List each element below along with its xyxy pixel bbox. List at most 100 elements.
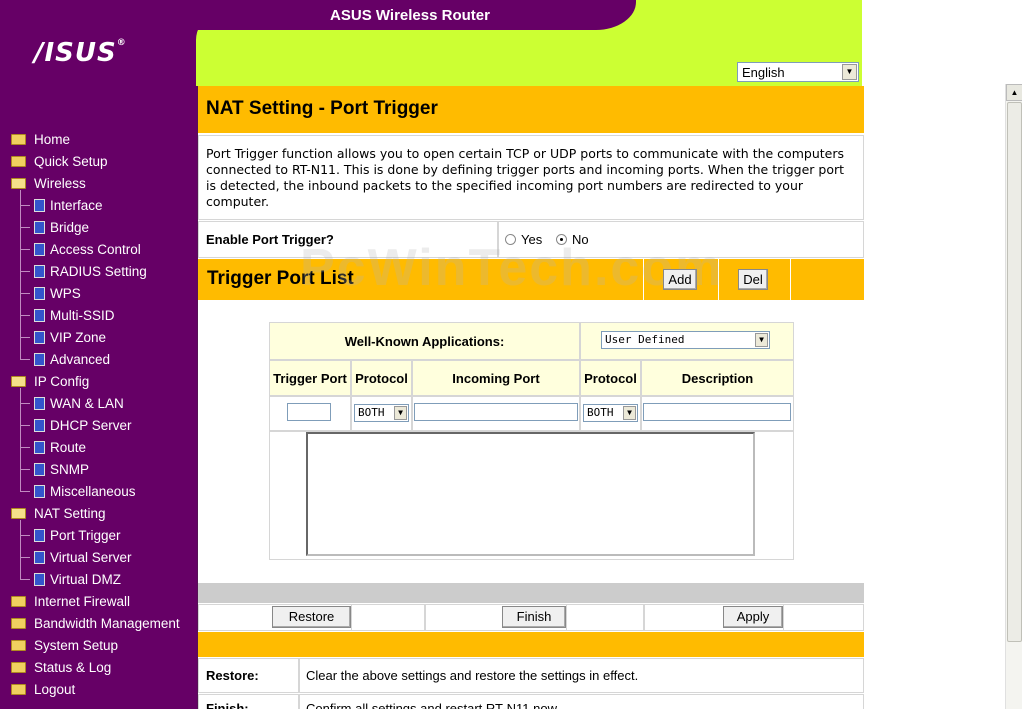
scroll-thumb[interactable]: [1007, 102, 1022, 642]
page-icon: [34, 396, 45, 410]
header-description: Description: [641, 360, 794, 396]
restore-desc-value: Clear the above settings and restore the…: [306, 668, 639, 683]
folder-open-icon: [11, 177, 26, 189]
sidebar-item-home[interactable]: Home: [11, 130, 70, 148]
router-admin-page: ASUS Wireless Router /ISUS® English ▼ Ho…: [0, 0, 1022, 709]
finish-button[interactable]: Finish: [502, 606, 566, 628]
sidebar-item-access-control[interactable]: Access Control: [34, 240, 141, 258]
sidebar-item-label: System Setup: [34, 637, 119, 653]
sidebar-item-wireless[interactable]: Wireless: [11, 174, 86, 192]
cell-divider: [351, 604, 352, 631]
language-select[interactable]: English ▼: [737, 62, 859, 82]
help-bar: [198, 632, 864, 657]
intro-text: Port Trigger function allows you to open…: [206, 146, 845, 209]
sidebar-item-advanced[interactable]: Advanced: [34, 350, 110, 368]
sidebar-item-label: Bandwidth Management: [34, 615, 180, 631]
sidebar-item-status-log[interactable]: Status & Log: [11, 658, 111, 676]
sidebar-item-label: Port Trigger: [50, 527, 121, 543]
sidebar-item-dhcp-server[interactable]: DHCP Server: [34, 416, 132, 434]
sidebar-item-logout[interactable]: Logout: [11, 680, 75, 698]
sidebar-item-internet-firewall[interactable]: Internet Firewall: [11, 592, 130, 610]
folder-icon: [11, 639, 26, 651]
restore-button[interactable]: Restore: [272, 606, 351, 628]
sidebar-item-virtual-dmz[interactable]: Virtual DMZ: [34, 570, 121, 588]
page-icon: [34, 330, 45, 344]
sidebar-item-bridge[interactable]: Bridge: [34, 218, 89, 236]
cell-divider: [566, 604, 567, 631]
sidebar-item-radius-setting[interactable]: RADIUS Setting: [34, 262, 147, 280]
sidebar-item-bandwidth-management[interactable]: Bandwidth Management: [11, 614, 180, 632]
restore-desc-key: Restore:: [206, 668, 259, 683]
tree-line: [20, 520, 21, 579]
page-icon: [34, 440, 45, 454]
enable-no-option[interactable]: No: [556, 232, 589, 247]
tree-connector: [20, 315, 30, 316]
sidebar-item-label: Access Control: [50, 241, 141, 257]
folder-icon: [11, 133, 26, 145]
chevron-down-icon: ▼: [623, 406, 636, 420]
well-known-select[interactable]: User Defined ▼: [601, 331, 770, 349]
sidebar-item-label: Virtual Server: [50, 549, 132, 565]
page-icon: [34, 418, 45, 432]
tree-connector: [20, 469, 30, 470]
no-radio[interactable]: [556, 234, 567, 245]
sidebar-item-quick-setup[interactable]: Quick Setup: [11, 152, 108, 170]
sidebar-item-nat-setting[interactable]: NAT Setting: [11, 504, 106, 522]
folder-open-icon: [11, 375, 26, 387]
sidebar-item-route[interactable]: Route: [34, 438, 86, 456]
trigger-list-box[interactable]: [306, 432, 755, 556]
page-icon: [34, 264, 45, 278]
sidebar-item-port-trigger[interactable]: Port Trigger: [34, 526, 121, 544]
page-icon: [34, 484, 45, 498]
sidebar-item-miscellaneous[interactable]: Miscellaneous: [34, 482, 136, 500]
sidebar-item-label: Status & Log: [34, 659, 112, 675]
sidebar-item-virtual-server[interactable]: Virtual Server: [34, 548, 132, 566]
cell-divider: [783, 604, 784, 631]
well-known-value: User Defined: [605, 333, 685, 346]
sidebar-item-ip-config[interactable]: IP Config: [11, 372, 89, 390]
asus-logo: /ISUS®: [34, 38, 127, 68]
tree-connector: [20, 425, 30, 426]
protocol-value-1: BOTH: [358, 406, 385, 419]
tree-connector: [20, 359, 30, 360]
finish-desc-key: Finish:: [206, 701, 249, 709]
sidebar-item-label: Wireless: [34, 175, 86, 191]
sidebar-item-label: IP Config: [34, 373, 90, 389]
sidebar-item-interface[interactable]: Interface: [34, 196, 103, 214]
apply-button[interactable]: Apply: [723, 606, 783, 628]
add-button[interactable]: Add: [663, 269, 697, 290]
chevron-down-icon: ▼: [394, 406, 407, 420]
protocol-select-2[interactable]: BOTH ▼: [583, 404, 638, 422]
del-button[interactable]: Del: [738, 269, 768, 290]
tree-connector: [20, 227, 30, 228]
page-icon: [34, 308, 45, 322]
yes-radio[interactable]: [505, 234, 516, 245]
bar-divider: [790, 259, 791, 300]
sidebar-item-system-setup[interactable]: System Setup: [11, 636, 118, 654]
tree-connector: [20, 249, 30, 250]
sidebar-item-wps[interactable]: WPS: [34, 284, 81, 302]
tree-connector: [20, 205, 30, 206]
incoming-port-input[interactable]: [414, 403, 578, 421]
protocol-select-1[interactable]: BOTH ▼: [354, 404, 409, 422]
description-input[interactable]: [643, 403, 791, 421]
folder-icon: [11, 617, 26, 629]
sidebar-item-label: Advanced: [50, 351, 111, 367]
sidebar-item-label: Quick Setup: [34, 153, 108, 169]
sidebar-item-vip-zone[interactable]: VIP Zone: [34, 328, 106, 346]
page-icon: [34, 242, 45, 256]
protocol-value-2: BOTH: [587, 406, 614, 419]
sidebar-item-label: Multi-SSID: [50, 307, 115, 323]
vertical-scrollbar[interactable]: ▲: [1005, 84, 1022, 709]
tree-connector: [20, 447, 30, 448]
enable-yes-option[interactable]: Yes: [505, 232, 542, 247]
page-title: NAT Setting - Port Trigger: [206, 98, 438, 119]
scroll-up-icon[interactable]: ▲: [1006, 84, 1022, 101]
sidebar-item-wan-lan[interactable]: WAN & LAN: [34, 394, 124, 412]
sidebar-item-multi-ssid[interactable]: Multi-SSID: [34, 306, 115, 324]
sidebar-item-label: WPS: [50, 285, 81, 301]
sidebar-item-label: Logout: [34, 681, 76, 697]
tree-line: [20, 388, 21, 491]
trigger-port-input[interactable]: [287, 403, 331, 421]
sidebar-item-snmp[interactable]: SNMP: [34, 460, 89, 478]
